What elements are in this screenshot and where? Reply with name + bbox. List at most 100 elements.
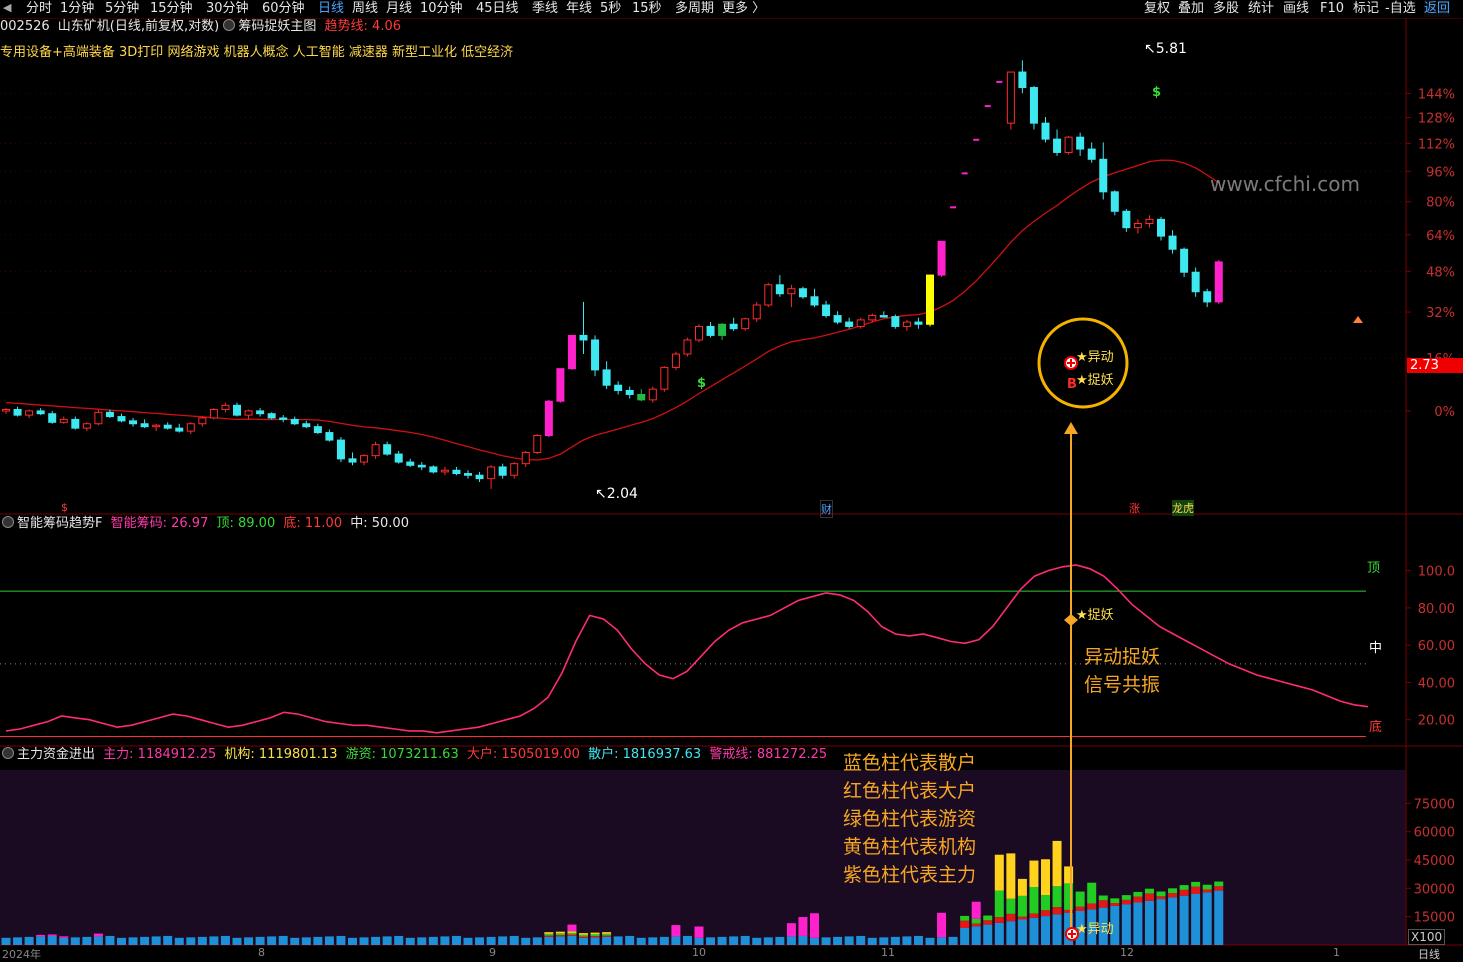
flow-bar-segment: [486, 936, 496, 945]
panel2-header: 智能筹码趋势F 智能筹码: 26.97 顶: 89.00 底: 11.00 中:…: [2, 516, 409, 532]
candle-body: [775, 284, 784, 295]
event-dragon-tiger-tag[interactable]: 龙虎: [1172, 500, 1194, 516]
candle-body: [371, 444, 380, 457]
panel2-toggle-icon[interactable]: [2, 516, 14, 528]
flow-bar-segment: [798, 917, 808, 936]
flow-bar-segment: [1191, 881, 1201, 887]
flow-bar-segment: [890, 936, 900, 945]
flow-bar-segment: [1121, 899, 1131, 905]
candle-body: [845, 321, 854, 327]
candle-body: [256, 410, 265, 415]
candle-body: [1006, 71, 1015, 124]
flow-bar-segment: [1214, 890, 1224, 945]
flow-bar-segment: [567, 931, 577, 933]
month-10: 10: [692, 946, 706, 959]
candle-body: [706, 325, 715, 336]
flow-bar-segment: [786, 936, 796, 945]
flow-bar-segment: [1087, 903, 1097, 910]
flow-bar-segment: [1168, 897, 1178, 945]
candle-body: [244, 410, 253, 416]
flow-bar-segment: [948, 936, 958, 945]
candle-body: [498, 466, 507, 476]
flow-bar-segment: [544, 932, 554, 934]
candle-body: [233, 404, 241, 416]
panel2-title[interactable]: 智能筹码趋势F: [17, 516, 102, 531]
candle-body: [1018, 71, 1027, 89]
flow-bar-segment: [971, 926, 981, 945]
candle-body: [625, 389, 634, 395]
ma-trend-line: [5, 159, 1220, 461]
flow-bar-segment: [1052, 886, 1062, 908]
flow-bar-segment: [1098, 900, 1108, 908]
flow-bar-segment: [544, 935, 554, 937]
period-label[interactable]: 日线: [1418, 946, 1440, 962]
flow-bar-segment: [244, 937, 254, 945]
top-value: 顶: 89.00: [216, 516, 276, 531]
flow-bar-segment: [336, 935, 346, 945]
pct-tick-label: 48%: [1426, 265, 1455, 280]
candle-body: [660, 366, 669, 390]
month-11: 11: [881, 946, 895, 959]
candle-body: [729, 323, 738, 330]
candle-body: [671, 353, 680, 368]
p2-axis-label: 80.00: [1418, 602, 1455, 617]
flow-bar-segment: [532, 937, 542, 945]
candle-body: [637, 393, 646, 401]
flow-bar-segment: [1052, 914, 1062, 945]
flow-bar-segment: [579, 936, 588, 938]
bottom-value: 底: 11.00: [283, 516, 343, 531]
candle-body: [718, 323, 727, 336]
event-rise-tag[interactable]: 涨: [1129, 500, 1140, 516]
flow-bar-segment: [324, 936, 334, 945]
flow-bar-segment: [590, 936, 600, 938]
flow-bar-segment: [1144, 900, 1154, 945]
main-force-value: 主力: 1184912.25: [103, 747, 217, 762]
candle-body: [1064, 136, 1073, 153]
flow-bar-segment: [1133, 891, 1143, 897]
flow-bar-segment: [567, 932, 577, 935]
watermark: www.cfchi.com: [1210, 172, 1360, 196]
candle-body: [186, 423, 195, 432]
candle-body: [105, 411, 114, 418]
flow-bar-segment: [1168, 888, 1178, 894]
kline-chart[interactable]: 144%128%112%96%80%64%48%32%16%0% 100.080…: [0, 0, 1463, 958]
big-holder-value: 大户: 1505019.00: [466, 747, 580, 762]
candle-body: [891, 316, 900, 327]
pct-tick-label: 32%: [1426, 306, 1455, 321]
p3-axis-label: 60000: [1414, 826, 1455, 841]
flow-bar-segment: [290, 937, 300, 945]
event-finance-tag[interactable]: 财: [820, 500, 833, 518]
flow-bar-segment: [428, 936, 438, 945]
panel3-title[interactable]: 主力资金进出: [17, 747, 95, 762]
retail-value: 散户: 1816937.63: [588, 747, 702, 762]
flow-bar-segment: [648, 937, 658, 945]
candle-body: [579, 334, 588, 341]
flow-bar-segment: [613, 936, 623, 945]
candle-body: [602, 369, 611, 386]
flow-bar-segment: [1075, 891, 1085, 907]
unit-label: X100: [1408, 929, 1446, 945]
candle-body: [290, 418, 299, 425]
p2-axis-label: 100.0: [1418, 565, 1455, 580]
flow-bar-segment: [209, 936, 219, 945]
candle-body: [1168, 235, 1177, 250]
candle-body: [822, 304, 831, 317]
flow-bar-segment: [994, 922, 1004, 945]
flow-bar-segment: [1, 937, 11, 945]
flow-bar-segment: [994, 854, 1004, 891]
flow-bar-segment: [232, 937, 242, 945]
flow-bar-segment: [590, 937, 600, 945]
flow-bar-segment: [394, 935, 404, 945]
flow-bar-segment: [579, 937, 588, 945]
candle-body: [1180, 248, 1189, 273]
candle-body: [695, 325, 703, 341]
flow-bar-segment: [36, 936, 46, 945]
flow-bar-segment: [313, 936, 323, 945]
candle-body: [741, 318, 750, 330]
bottom-level-label: 底: [1369, 720, 1383, 735]
date-axis: 2024年 8 9 10 11 12 1 日线: [0, 946, 1463, 961]
candle-body: [279, 417, 288, 420]
flow-legend: 蓝色柱代表散户 红色柱代表大户 绿色柱代表游资 黄色柱代表机构 紫色柱代表主力: [843, 749, 976, 889]
panel3-toggle-icon[interactable]: [2, 747, 14, 759]
flow-bar-segment: [913, 935, 923, 945]
